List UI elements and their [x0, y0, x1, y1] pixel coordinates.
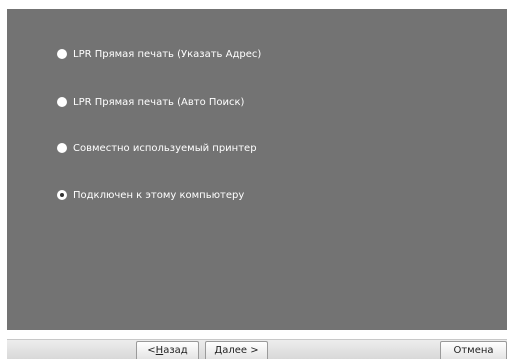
radio-option-label: Совместно используемый принтер	[73, 142, 257, 154]
radio-option-lpr-specify-address[interactable]: LPR Прямая печать (Указать Адрес)	[57, 46, 261, 62]
next-button-accelerator: Д	[214, 345, 223, 356]
setup-wizard-window: LPR Прямая печать (Указать Адрес) LPR Пр…	[0, 0, 507, 359]
radio-option-label: LPR Прямая печать (Авто Поиск)	[73, 96, 245, 108]
back-button-prefix: <	[147, 345, 156, 356]
radio-option-connected-to-this-computer[interactable]: Подключен к этому компьютеру	[57, 187, 244, 203]
radio-option-label: LPR Прямая печать (Указать Адрес)	[73, 48, 262, 60]
radio-option-lpr-auto-search[interactable]: LPR Прямая печать (Авто Поиск)	[57, 94, 244, 110]
radio-button-icon[interactable]	[57, 49, 67, 59]
radio-option-label: Подключен к этому компьютеру	[73, 189, 245, 201]
cancel-button-label: Отмена	[453, 345, 494, 356]
radio-button-selected-icon[interactable]	[57, 190, 67, 200]
next-button[interactable]: Далее >	[205, 341, 268, 359]
radio-button-icon[interactable]	[57, 143, 67, 153]
radio-option-shared-printer[interactable]: Совместно используемый принтер	[57, 140, 257, 156]
back-button-label: азад	[163, 345, 188, 356]
back-button[interactable]: < Назад	[136, 341, 199, 359]
connection-options-panel: LPR Прямая печать (Указать Адрес) LPR Пр…	[7, 9, 507, 330]
back-button-accelerator: Н	[155, 345, 164, 356]
cancel-button[interactable]: Отмена	[440, 341, 507, 359]
next-button-label: алее >	[222, 345, 259, 356]
radio-button-icon[interactable]	[57, 97, 67, 107]
